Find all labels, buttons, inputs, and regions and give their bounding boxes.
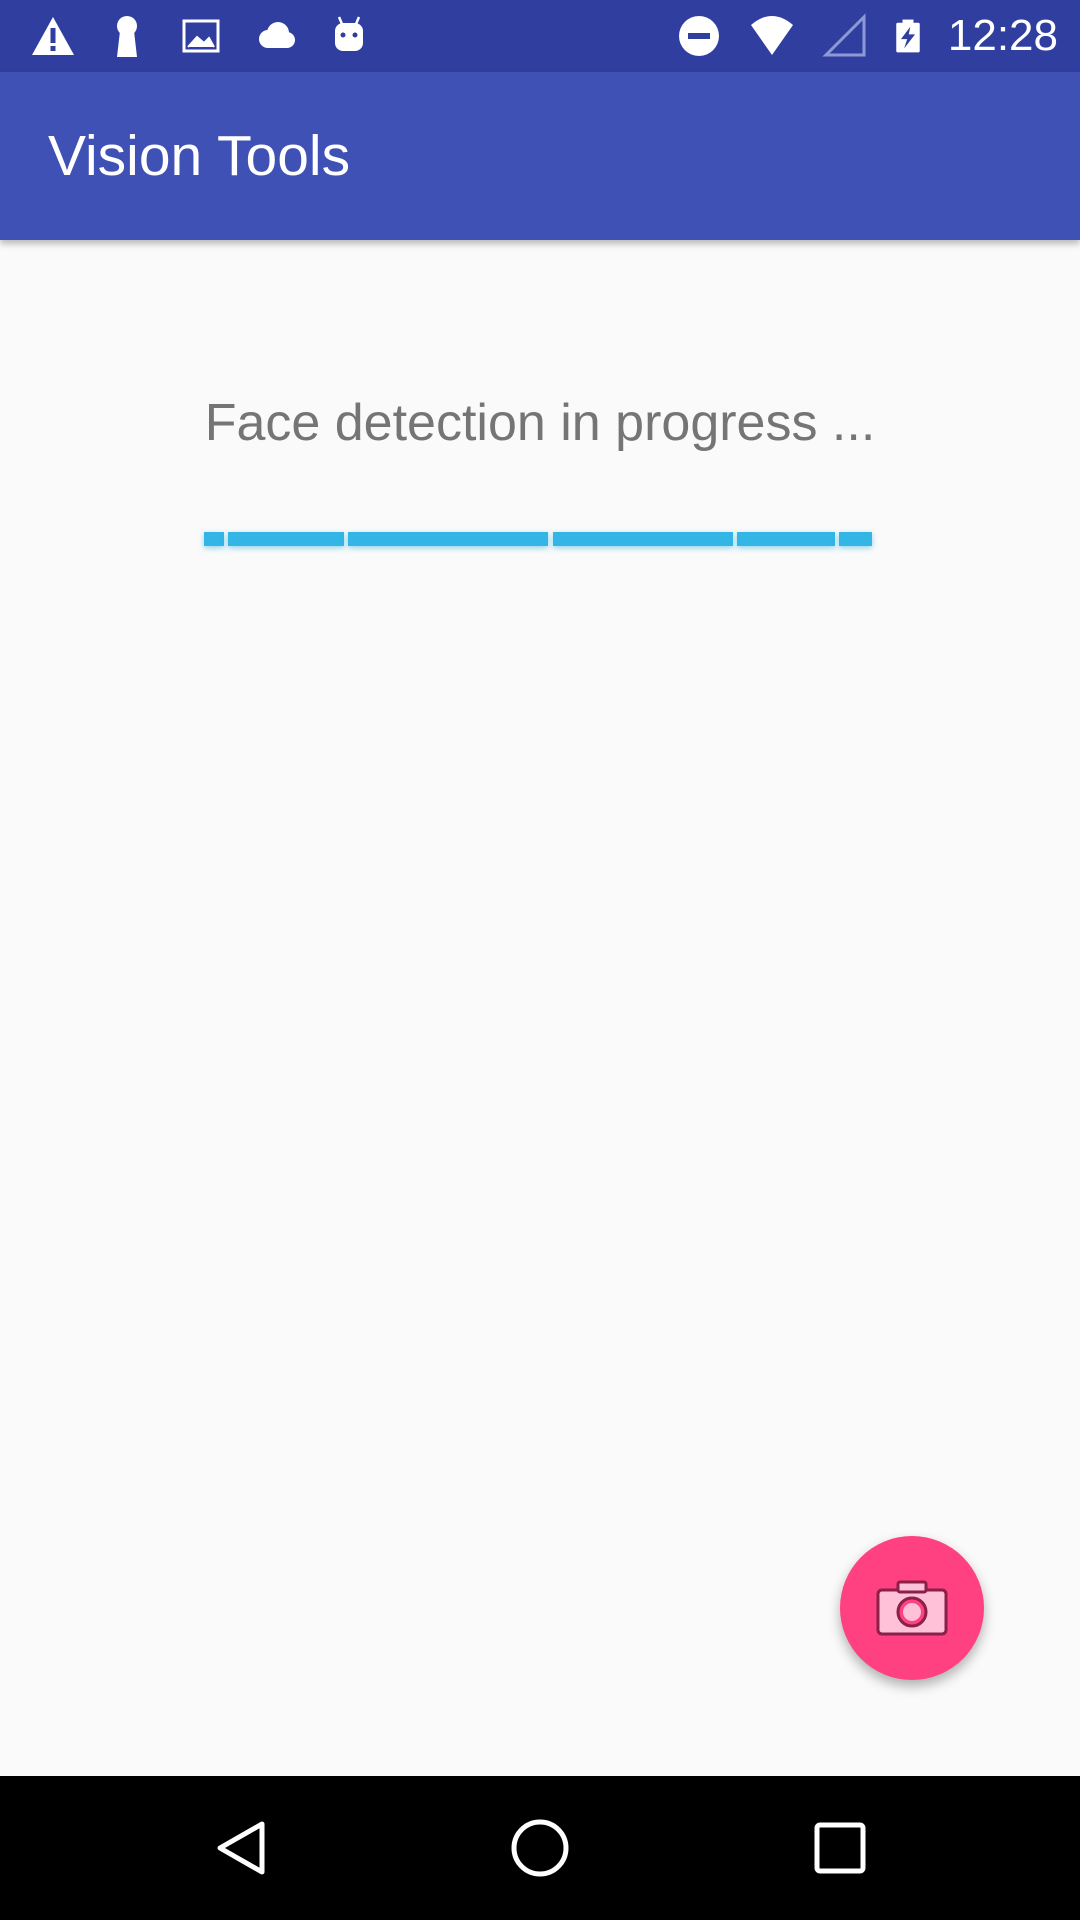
camera-fab-button[interactable] (840, 1536, 984, 1680)
home-icon (511, 1819, 569, 1877)
keyhole-icon (117, 16, 137, 57)
progress-segment (348, 532, 548, 546)
battery-charging-icon (896, 19, 920, 53)
back-icon (217, 1821, 265, 1875)
back-button[interactable] (190, 1796, 294, 1900)
status-notifications (30, 12, 372, 60)
progress-text: Face detection in progress ... (204, 394, 876, 452)
app-bar: Vision Tools (0, 72, 1080, 240)
status-time: 12:28 (947, 11, 1058, 60)
progress-segment (228, 532, 344, 546)
wifi-icon (750, 16, 793, 55)
progress-segment (737, 532, 835, 546)
cell-signal-icon (822, 13, 866, 57)
navigation-bar (0, 1776, 1080, 1920)
do-not-disturb-icon (678, 16, 719, 56)
progress-segment (204, 532, 224, 546)
recents-button[interactable] (788, 1796, 892, 1900)
cloud-icon (259, 22, 295, 48)
progress-segment (839, 532, 872, 546)
image-icon (182, 19, 220, 53)
status-bar: 12:28 (0, 0, 1080, 72)
progress-bar (204, 532, 872, 548)
home-button[interactable] (488, 1796, 592, 1900)
recents-icon (814, 1822, 866, 1874)
app-title: Vision Tools (48, 124, 351, 188)
progress-segment (553, 532, 733, 546)
status-system: 12:28 (676, 8, 1058, 64)
camera-icon (876, 1580, 948, 1636)
android-icon (335, 16, 363, 51)
warning-icon (32, 17, 74, 55)
